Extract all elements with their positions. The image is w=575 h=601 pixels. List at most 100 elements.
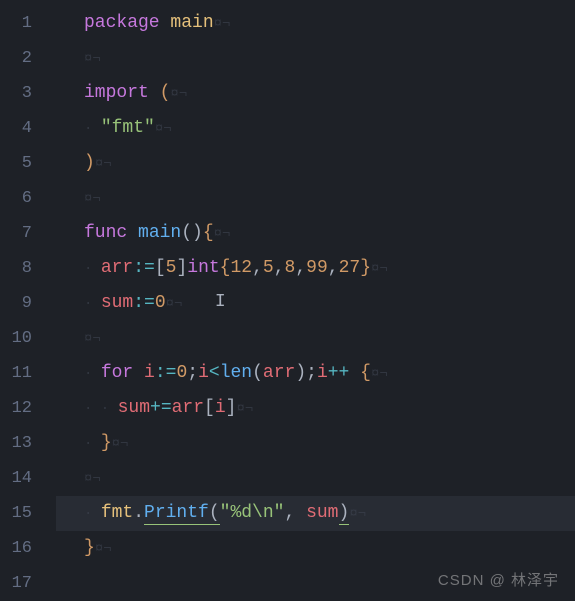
code-line[interactable]: import (¤¬ [84, 76, 575, 111]
code-line[interactable]: )¤¬ [84, 146, 575, 181]
code-line[interactable]: func main(){¤¬ [84, 216, 575, 251]
bracket: [ [204, 398, 215, 418]
identifier: i [317, 363, 328, 383]
operator: < [209, 363, 220, 383]
line-number: 5 [0, 146, 56, 181]
paren: ( [252, 363, 263, 383]
line-number: 9 [0, 286, 56, 321]
identifier: i [133, 363, 155, 383]
number: 99 [306, 258, 328, 278]
line-number: 1 [0, 6, 56, 41]
whitespace-marker: ¤¬ [84, 471, 101, 487]
line-number: 3 [0, 76, 56, 111]
string: "%d\n" [220, 503, 285, 523]
indent-marker: · [84, 366, 101, 382]
whitespace-marker: ¤¬ [170, 86, 187, 102]
line-number: 11 [0, 356, 56, 391]
whitespace-marker: ¤¬ [84, 51, 101, 67]
code-line[interactable]: · · sum+=arr[i]¤¬ [84, 391, 575, 426]
code-line[interactable]: ¤¬ [84, 461, 575, 496]
identifier: main [160, 13, 214, 33]
code-editor[interactable]: 1 2 3 4 5 6 7 8 9 10 11 12 13 14 15 16 1… [0, 0, 575, 600]
function-name: len [220, 363, 252, 383]
code-line[interactable]: · "fmt"¤¬ [84, 111, 575, 146]
paren: ) [295, 363, 306, 383]
brace: } [360, 258, 371, 278]
line-number: 17 [0, 566, 56, 601]
comma: , [295, 258, 306, 278]
line-number: 6 [0, 181, 56, 216]
code-line[interactable]: ¤¬ [84, 41, 575, 76]
line-number: 12 [0, 391, 56, 426]
whitespace-marker: ¤¬ [236, 401, 253, 417]
comma: , [274, 258, 285, 278]
brace: } [101, 433, 112, 453]
operator: := [155, 363, 177, 383]
code-line-active[interactable]: · fmt.Printf("%d\n", sum)¤¬ [56, 496, 575, 531]
operator: += [150, 398, 172, 418]
function-name: main [127, 223, 181, 243]
brace: { [360, 363, 371, 383]
indent-marker: · [84, 296, 101, 312]
identifier: arr [101, 258, 133, 278]
code-line[interactable]: · arr:=[5]int{12,5,8,99,27}¤¬ [84, 251, 575, 286]
code-line[interactable]: }¤¬ [84, 531, 575, 566]
number: 5 [166, 258, 177, 278]
identifier: i [215, 398, 226, 418]
number: 12 [230, 258, 252, 278]
code-area[interactable]: package main¤¬ ¤¬ import (¤¬ · "fmt"¤¬ )… [56, 0, 575, 600]
operator: ++ [328, 363, 350, 383]
code-line[interactable]: package main¤¬ [84, 6, 575, 41]
whitespace-marker: ¤¬ [214, 226, 231, 242]
indent-marker: · [84, 506, 101, 522]
number: 5 [263, 258, 274, 278]
whitespace-marker: ¤¬ [84, 191, 101, 207]
indent-marker: · [84, 121, 101, 137]
function-name: Printf [144, 503, 209, 525]
identifier: arr [263, 363, 295, 383]
line-number: 15 [0, 496, 56, 531]
line-number: 4 [0, 111, 56, 146]
keyword: func [84, 223, 127, 243]
number: 0 [176, 363, 187, 383]
line-number: 7 [0, 216, 56, 251]
line-number: 14 [0, 461, 56, 496]
dot: . [133, 503, 144, 523]
paren: ) [339, 503, 350, 525]
bracket: ] [176, 258, 187, 278]
indent-marker: · · [84, 401, 118, 417]
type: int [187, 258, 219, 278]
whitespace-marker: ¤¬ [214, 16, 231, 32]
bracket: [ [155, 258, 166, 278]
identifier: arr [172, 398, 204, 418]
line-number: 16 [0, 531, 56, 566]
number: 27 [339, 258, 361, 278]
line-number: 10 [0, 321, 56, 356]
keyword: package [84, 13, 160, 33]
code-line[interactable]: ¤¬ [84, 321, 575, 356]
line-number: 13 [0, 426, 56, 461]
code-line[interactable]: · sum:=0¤¬ I [84, 286, 575, 321]
identifier: fmt [101, 503, 133, 523]
whitespace-marker: ¤¬ [371, 261, 388, 277]
watermark: CSDN @ 林泽宇 [438, 569, 559, 590]
paren: ( [209, 503, 220, 525]
paren: ( [149, 83, 171, 103]
keyword: import [84, 83, 149, 103]
comma: , [328, 258, 339, 278]
comma: , [252, 258, 263, 278]
code-line[interactable]: · }¤¬ [84, 426, 575, 461]
paren: () [181, 223, 203, 243]
code-line[interactable]: ¤¬ [84, 181, 575, 216]
brace: { [203, 223, 214, 243]
identifier: i [198, 363, 209, 383]
operator: := [133, 293, 155, 313]
whitespace-marker: ¤¬ [371, 366, 388, 382]
identifier: sum [295, 503, 338, 523]
text-cursor-icon: I [215, 285, 226, 320]
paren: ) [84, 153, 95, 173]
number: 8 [285, 258, 296, 278]
code-line[interactable]: · for i:=0;i<len(arr);i++ {¤¬ [84, 356, 575, 391]
number: 0 [155, 293, 166, 313]
line-number: 8 [0, 251, 56, 286]
